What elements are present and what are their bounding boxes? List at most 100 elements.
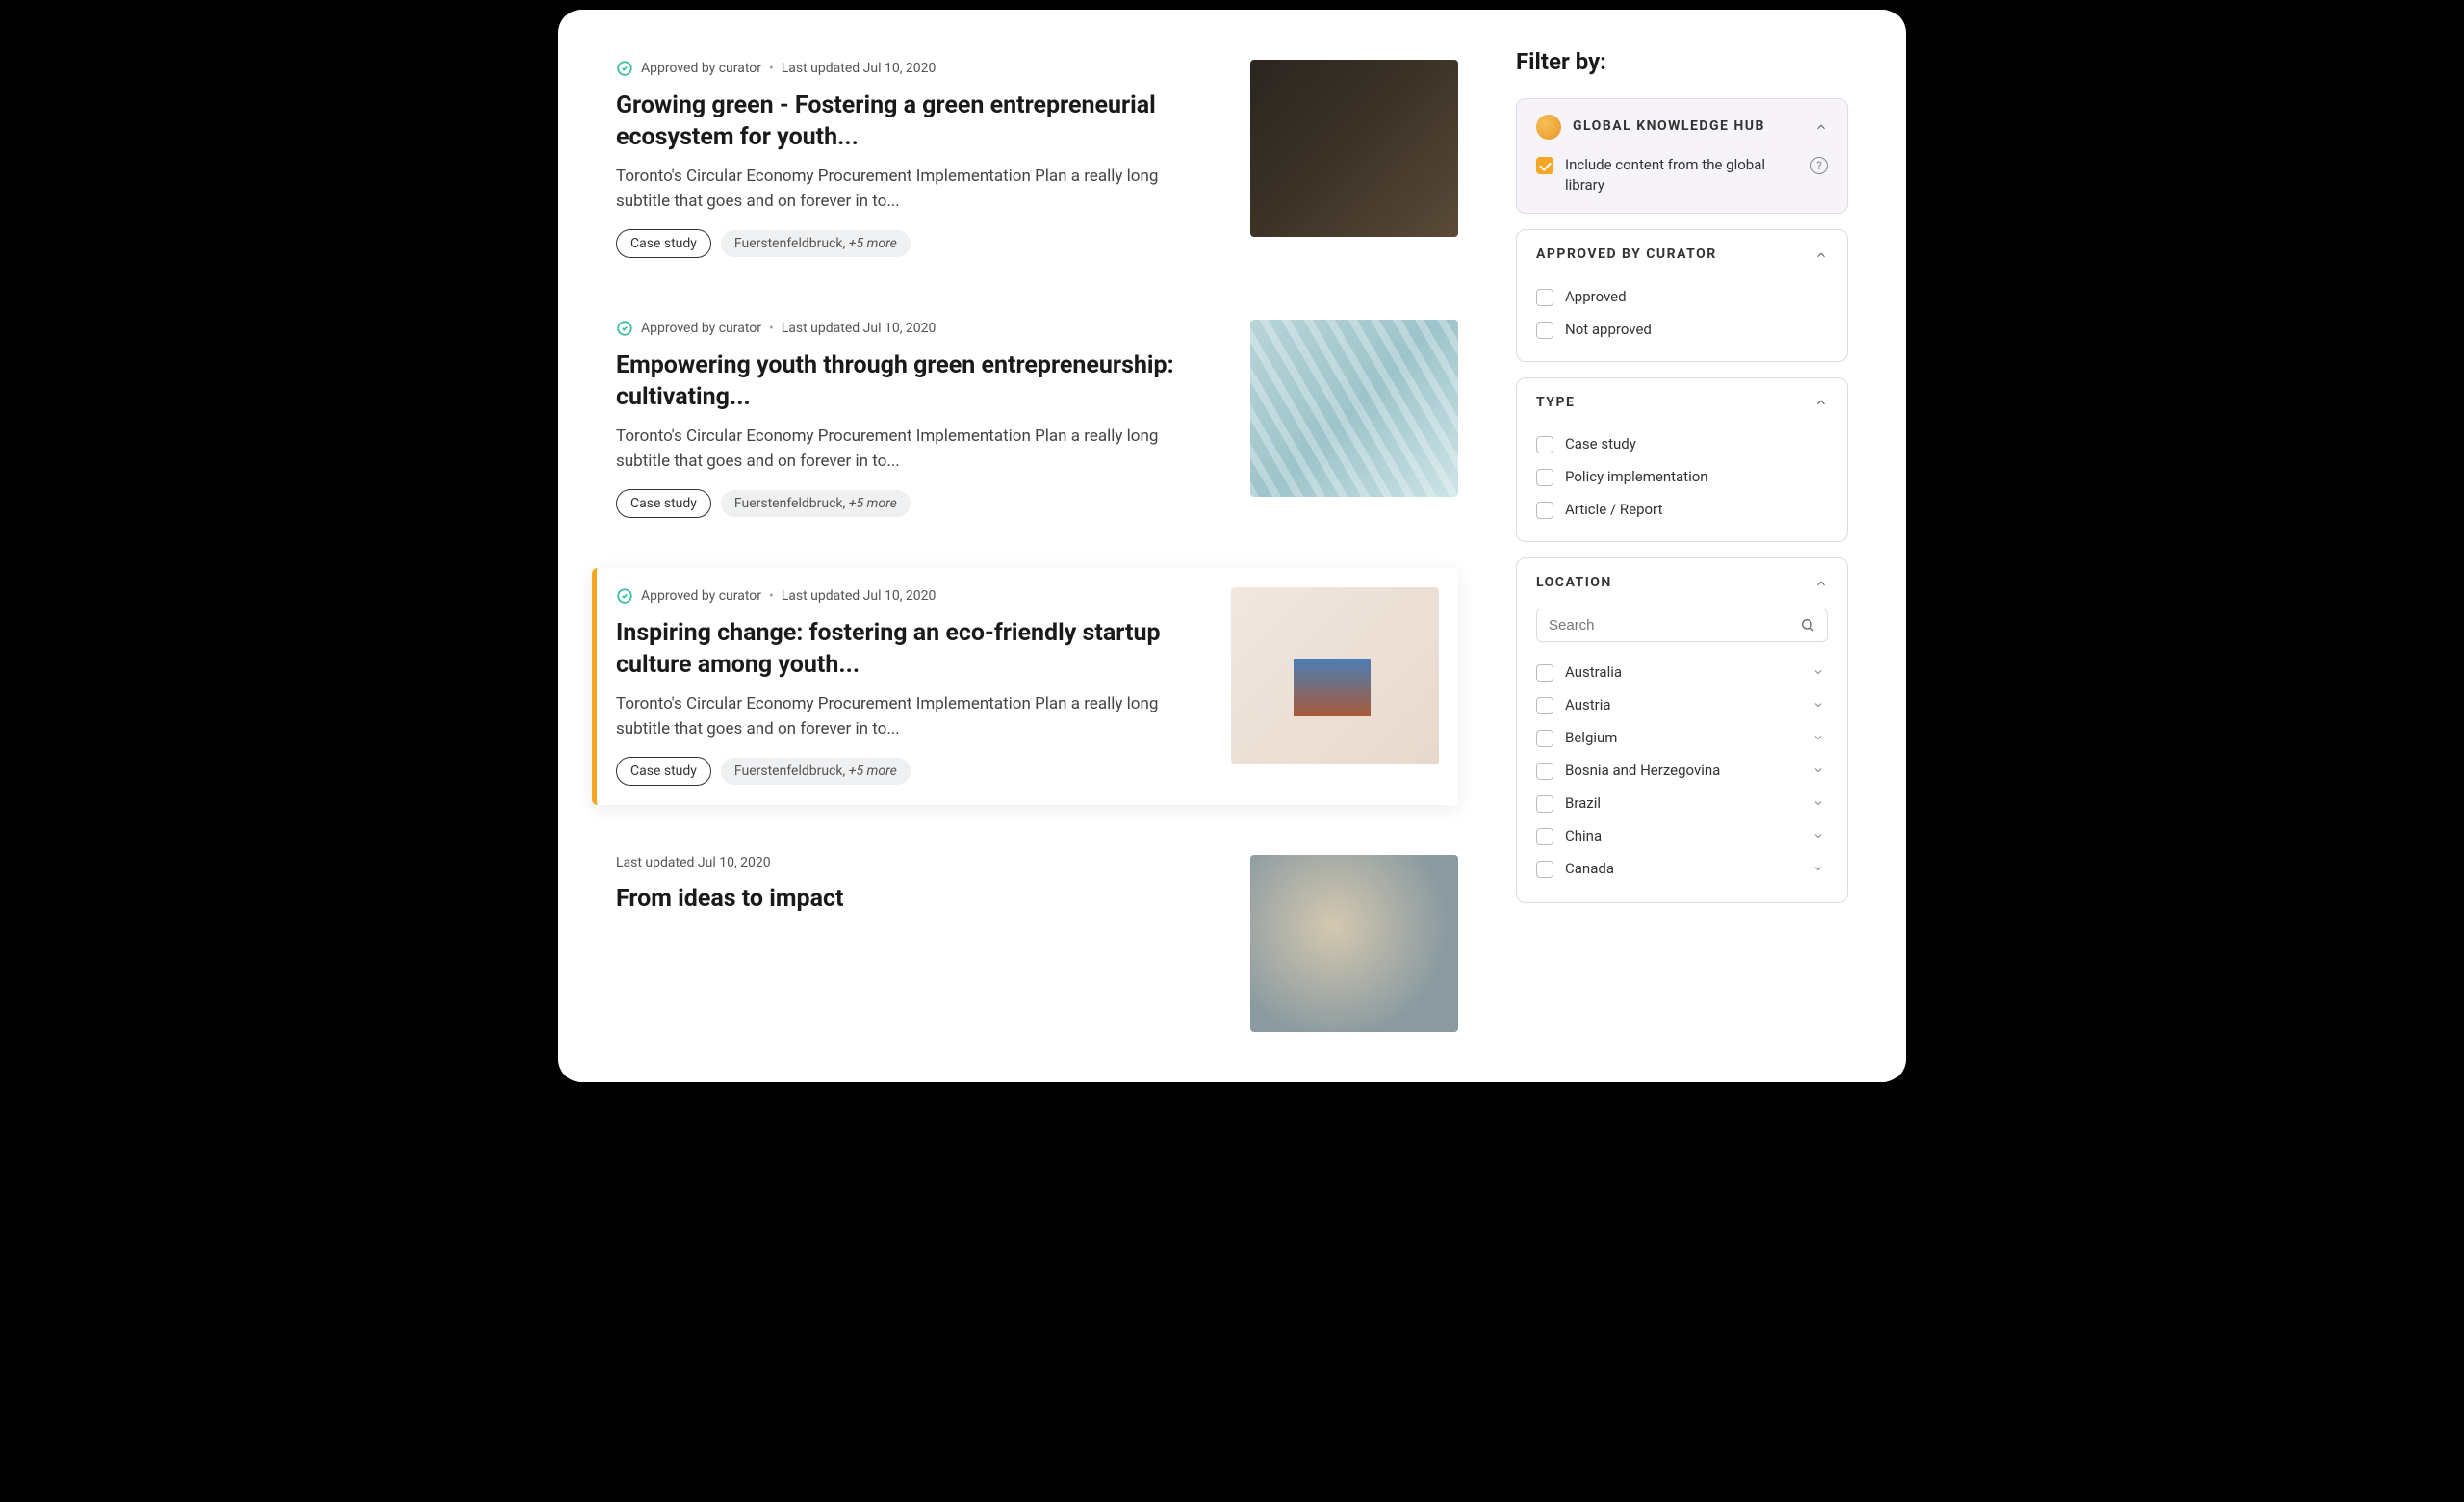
card-title: Inspiring change: fostering an eco-frien… [616, 618, 1193, 681]
location-option[interactable]: Belgium [1536, 721, 1824, 754]
tag-location[interactable]: Fuerstenfeldbruck, +5 more [721, 490, 911, 517]
checkbox[interactable] [1536, 322, 1553, 339]
location-title: LOCATION [1536, 574, 1612, 593]
checkbox[interactable] [1536, 436, 1553, 453]
include-global-checkbox[interactable] [1536, 157, 1553, 174]
content-card[interactable]: Approved by curator • Last updated Jul 10,… [592, 568, 1458, 805]
filter-title: Filter by: [1516, 48, 1848, 75]
filter-header-type[interactable]: TYPE [1517, 378, 1847, 428]
filter-header-global[interactable]: GLOBAL KNOWLEDGE HUB [1517, 99, 1847, 155]
global-hub-title: GLOBAL KNOWLEDGE HUB [1573, 117, 1765, 137]
filter-option[interactable]: Policy implementation [1536, 460, 1828, 493]
checkbox[interactable] [1536, 730, 1553, 747]
card-title: From ideas to impact [616, 884, 1212, 916]
checkbox[interactable] [1536, 697, 1553, 714]
filter-panel-location: LOCATION Australia Austria Belgium Bosnia a… [1516, 557, 1848, 903]
chevron-down-icon[interactable] [1812, 797, 1824, 809]
content-card[interactable]: Approved by curator • Last updated Jul 10,… [616, 48, 1458, 270]
card-body: Approved by curator • Last updated Jul 10,… [616, 587, 1193, 786]
country-label: Austria [1565, 696, 1611, 713]
chevron-down-icon[interactable] [1812, 863, 1824, 874]
approved-label: Approved by curator [641, 321, 761, 336]
filter-header-location[interactable]: LOCATION [1517, 558, 1847, 609]
checkbox[interactable] [1536, 502, 1553, 519]
card-meta: Approved by curator • Last updated Jul 10,… [616, 60, 1212, 77]
updated-label: Last updated Jul 10, 2020 [782, 321, 937, 336]
filter-option[interactable]: Case study [1536, 427, 1828, 460]
filter-option[interactable]: Article / Report [1536, 493, 1828, 526]
filter-header-curator[interactable]: APPROVED BY CURATOR [1517, 230, 1847, 280]
search-icon [1800, 617, 1815, 633]
chevron-down-icon[interactable] [1812, 732, 1824, 743]
content-card[interactable]: Last updated Jul 10, 2020 From ideas to i… [616, 843, 1458, 1044]
meta-separator: • [769, 61, 774, 76]
country-label: Brazil [1565, 794, 1601, 812]
include-global-label: Include content from the global library [1565, 155, 1799, 195]
location-search-box [1536, 609, 1828, 642]
location-option[interactable]: Austria [1536, 688, 1824, 721]
card-description: Toronto's Circular Economy Procurement I… [616, 165, 1212, 214]
card-tags: Case study Fuerstenfeldbruck, +5 more [616, 489, 1212, 518]
location-list[interactable]: Australia Austria Belgium Bosnia and Herzeg… [1536, 656, 1828, 887]
card-thumbnail [1250, 320, 1458, 497]
chevron-up-icon [1814, 120, 1828, 134]
tag-primary[interactable]: Case study [616, 229, 711, 258]
option-label: Case study [1565, 435, 1636, 453]
chevron-down-icon[interactable] [1812, 699, 1824, 711]
location-option[interactable]: China [1536, 819, 1824, 852]
card-title: Empowering youth through green entrepren… [616, 350, 1212, 413]
filter-option[interactable]: Approved [1536, 280, 1828, 313]
location-search-input[interactable] [1549, 617, 1800, 634]
country-label: China [1565, 827, 1602, 844]
card-description: Toronto's Circular Economy Procurement I… [616, 692, 1193, 741]
card-thumbnail [1231, 587, 1439, 764]
checkbox[interactable] [1536, 828, 1553, 845]
content-card[interactable]: Approved by curator • Last updated Jul 10,… [616, 308, 1458, 530]
checkbox[interactable] [1536, 469, 1553, 486]
checkbox[interactable] [1536, 664, 1553, 682]
approved-check-icon [616, 320, 633, 337]
checkbox[interactable] [1536, 795, 1553, 813]
location-option[interactable]: Bosnia and Herzegovina [1536, 754, 1824, 787]
card-body: Approved by curator • Last updated Jul 10,… [616, 60, 1212, 258]
location-option[interactable]: Brazil [1536, 787, 1824, 819]
help-icon[interactable]: ? [1810, 157, 1828, 174]
tag-primary[interactable]: Case study [616, 757, 711, 786]
tag-location[interactable]: Fuerstenfeldbruck, +5 more [721, 230, 911, 257]
tag-primary[interactable]: Case study [616, 489, 711, 518]
filter-option[interactable]: Not approved [1536, 313, 1828, 346]
approved-check-icon [616, 60, 633, 77]
location-option[interactable]: India [1536, 885, 1824, 887]
meta-separator: • [769, 588, 774, 604]
country-label: Canada [1565, 860, 1614, 877]
meta-separator: • [769, 321, 774, 336]
location-option[interactable]: Australia [1536, 656, 1824, 688]
updated-label: Last updated Jul 10, 2020 [782, 61, 937, 76]
card-title: Growing green - Fostering a green entrep… [616, 91, 1212, 153]
checkbox[interactable] [1536, 763, 1553, 780]
chevron-down-icon[interactable] [1812, 764, 1824, 776]
tag-location[interactable]: Fuerstenfeldbruck, +5 more [721, 758, 911, 785]
filter-panel-global: GLOBAL KNOWLEDGE HUB Include content fro… [1516, 98, 1848, 214]
app-frame: Approved by curator • Last updated Jul 10,… [558, 10, 1906, 1082]
checkbox[interactable] [1536, 861, 1553, 878]
filter-panel-curator: APPROVED BY CURATOR Approved Not approved [1516, 229, 1848, 362]
option-label: Approved [1565, 288, 1627, 305]
filter-sidebar: Filter by: GLOBAL KNOWLEDGE HUB Include … [1516, 48, 1848, 1044]
checkbox[interactable] [1536, 289, 1553, 306]
chevron-down-icon[interactable] [1812, 830, 1824, 842]
location-option[interactable]: Canada [1536, 852, 1824, 885]
chevron-down-icon[interactable] [1812, 666, 1824, 678]
approved-label: Approved by curator [641, 588, 761, 604]
chevron-up-icon [1814, 396, 1828, 409]
country-label: Bosnia and Herzegovina [1565, 762, 1720, 779]
option-label: Article / Report [1565, 501, 1662, 518]
card-description: Toronto's Circular Economy Procurement I… [616, 425, 1212, 474]
card-meta: Approved by curator • Last updated Jul 10,… [616, 320, 1212, 337]
updated-label: Last updated Jul 10, 2020 [616, 855, 771, 870]
card-tags: Case study Fuerstenfeldbruck, +5 more [616, 229, 1212, 258]
updated-label: Last updated Jul 10, 2020 [782, 588, 937, 604]
country-label: Belgium [1565, 729, 1617, 746]
approved-label: Approved by curator [641, 61, 761, 76]
card-meta: Approved by curator • Last updated Jul 10,… [616, 587, 1193, 605]
